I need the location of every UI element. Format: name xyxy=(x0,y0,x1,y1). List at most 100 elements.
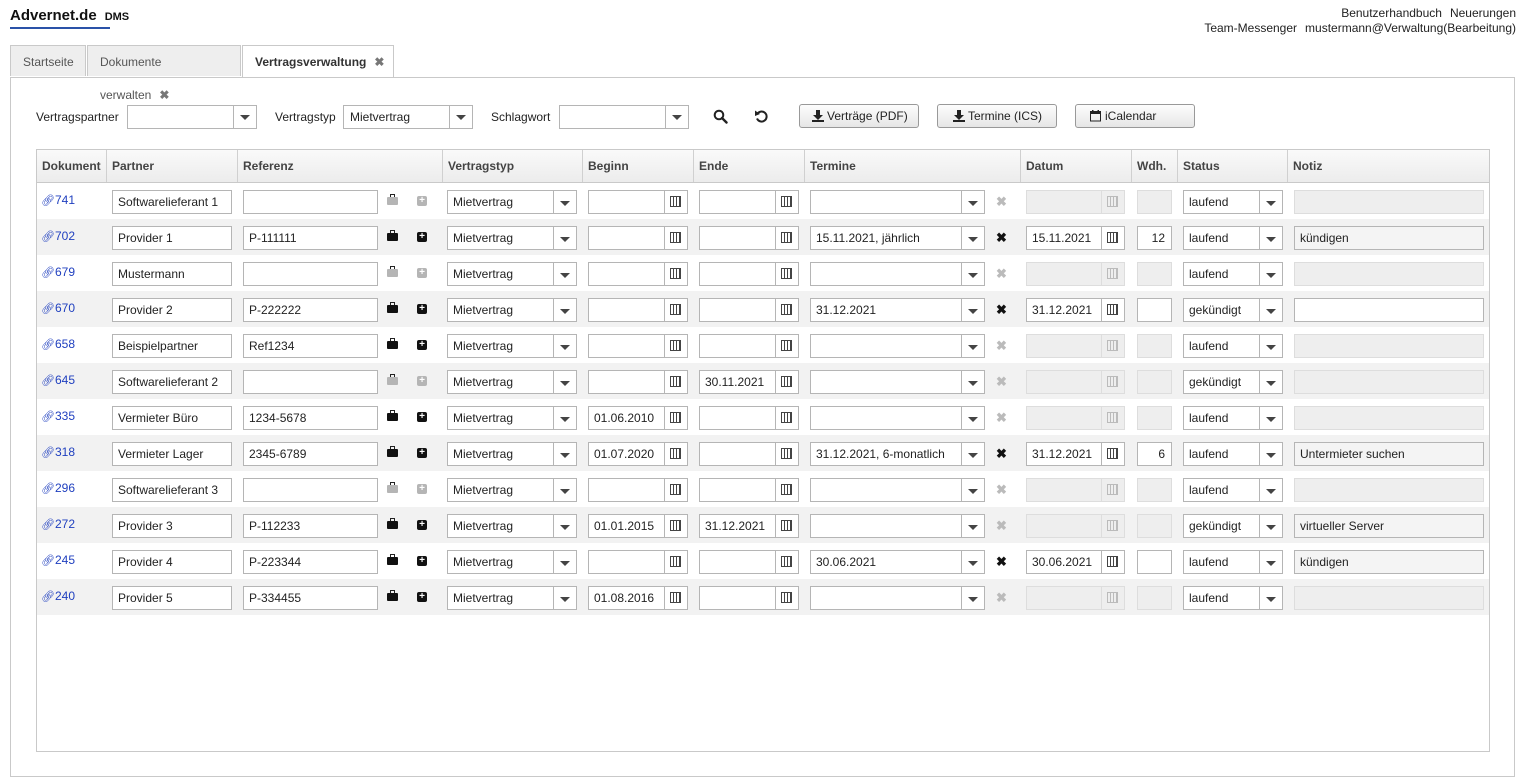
document-link[interactable]: 🔗︎240 xyxy=(41,589,75,603)
end-date-picker[interactable] xyxy=(699,586,799,610)
type-filter-select[interactable]: Mietvertrag xyxy=(343,105,473,129)
link-handbook[interactable]: Benutzerhandbuch xyxy=(1341,6,1442,20)
begin-date-picker[interactable] xyxy=(588,190,688,214)
chevron-down-icon[interactable] xyxy=(961,335,984,357)
plus-square-icon[interactable]: + xyxy=(417,412,427,422)
repeat-input[interactable]: 12 xyxy=(1137,226,1172,250)
chevron-down-icon[interactable] xyxy=(665,106,688,128)
document-link[interactable]: 🔗︎670 xyxy=(41,301,75,315)
tab-vertragsverwaltung[interactable]: Vertragsverwaltung ✖ xyxy=(242,45,394,78)
briefcase-icon[interactable] xyxy=(387,338,398,349)
partner-input[interactable]: Provider 4 xyxy=(112,550,232,574)
plus-square-icon[interactable]: + xyxy=(417,376,427,386)
partner-filter-select[interactable] xyxy=(127,105,257,129)
col-header-termine[interactable]: Termine xyxy=(805,150,1021,182)
contract-type-select[interactable]: Mietvertrag xyxy=(447,442,577,466)
keyword-filter-select[interactable] xyxy=(559,105,689,129)
end-date-picker[interactable] xyxy=(699,334,799,358)
termine-select[interactable] xyxy=(810,406,985,430)
end-date-picker[interactable] xyxy=(699,406,799,430)
briefcase-icon[interactable] xyxy=(387,266,398,277)
partner-input[interactable]: Softwarelieferant 3 xyxy=(112,478,232,502)
document-link[interactable]: 🔗︎272 xyxy=(41,517,75,531)
termine-select[interactable] xyxy=(810,190,985,214)
begin-date-picker[interactable] xyxy=(588,478,688,502)
contract-type-select[interactable]: Mietvertrag xyxy=(447,298,577,322)
plus-square-icon[interactable]: + xyxy=(417,448,427,458)
chevron-down-icon[interactable] xyxy=(553,227,576,249)
briefcase-icon[interactable] xyxy=(387,374,398,385)
chevron-down-icon[interactable] xyxy=(553,587,576,609)
reference-input[interactable]: P-223344 xyxy=(243,550,378,574)
export-ics-button[interactable]: Termine (ICS) xyxy=(937,104,1057,128)
partner-input[interactable]: Vermieter Lager xyxy=(112,442,232,466)
chevron-down-icon[interactable] xyxy=(1259,299,1282,321)
contract-type-select[interactable]: Mietvertrag xyxy=(447,550,577,574)
link-news[interactable]: Neuerungen xyxy=(1450,6,1516,20)
contract-type-select[interactable]: Mietvertrag xyxy=(447,406,577,430)
reference-input[interactable]: 2345-6789 xyxy=(243,442,378,466)
chevron-down-icon[interactable] xyxy=(961,551,984,573)
reset-icon[interactable] xyxy=(754,109,769,124)
export-pdf-button[interactable]: Verträge (PDF) xyxy=(799,104,919,128)
reference-input[interactable]: P-112233 xyxy=(243,514,378,538)
close-icon[interactable]: ✖ xyxy=(374,55,384,69)
chevron-down-icon[interactable] xyxy=(553,407,576,429)
partner-input[interactable]: Provider 1 xyxy=(112,226,232,250)
chevron-down-icon[interactable] xyxy=(553,371,576,393)
reference-input[interactable] xyxy=(243,190,378,214)
termine-select[interactable]: 30.06.2021 xyxy=(810,550,985,574)
termine-select[interactable] xyxy=(810,262,985,286)
note-input[interactable] xyxy=(1294,190,1484,214)
termine-select[interactable] xyxy=(810,514,985,538)
begin-date-picker[interactable] xyxy=(588,370,688,394)
chevron-down-icon[interactable] xyxy=(553,263,576,285)
briefcase-icon[interactable] xyxy=(387,410,398,421)
status-select[interactable]: laufend xyxy=(1183,550,1283,574)
partner-input[interactable]: Mustermann xyxy=(112,262,232,286)
chevron-down-icon[interactable] xyxy=(961,227,984,249)
link-user-account[interactable]: mustermann@Verwaltung(Bearbeitung) xyxy=(1305,21,1516,35)
chevron-down-icon[interactable] xyxy=(553,191,576,213)
remove-icon[interactable]: ✖ xyxy=(996,518,1007,534)
reference-input[interactable]: P-334455 xyxy=(243,586,378,610)
remove-icon[interactable]: ✖ xyxy=(996,194,1007,210)
col-header-referenz[interactable]: Referenz xyxy=(238,150,443,182)
reference-input[interactable] xyxy=(243,262,378,286)
status-select[interactable]: laufend xyxy=(1183,262,1283,286)
document-link[interactable]: 🔗︎658 xyxy=(41,337,75,351)
remove-icon[interactable]: ✖ xyxy=(996,410,1007,426)
note-input[interactable] xyxy=(1294,298,1484,322)
col-header-wdh[interactable]: Wdh. xyxy=(1132,150,1178,182)
begin-date-picker[interactable] xyxy=(588,550,688,574)
begin-date-picker[interactable] xyxy=(588,298,688,322)
chevron-down-icon[interactable] xyxy=(233,106,256,128)
repeat-input[interactable]: 6 xyxy=(1137,442,1172,466)
chevron-down-icon[interactable] xyxy=(961,191,984,213)
chevron-down-icon[interactable] xyxy=(553,335,576,357)
col-header-partner[interactable]: Partner xyxy=(107,150,238,182)
end-date-picker[interactable] xyxy=(699,298,799,322)
begin-date-picker[interactable] xyxy=(588,334,688,358)
chevron-down-icon[interactable] xyxy=(1259,335,1282,357)
briefcase-icon[interactable] xyxy=(387,590,398,601)
partner-input[interactable]: Provider 5 xyxy=(112,586,232,610)
plus-square-icon[interactable]: + xyxy=(417,520,427,530)
end-date-picker[interactable] xyxy=(699,478,799,502)
end-date-picker[interactable]: 31.12.2021 xyxy=(699,514,799,538)
begin-date-picker[interactable] xyxy=(588,226,688,250)
datum-picker[interactable]: 15.11.2021 xyxy=(1026,226,1125,250)
chevron-down-icon[interactable] xyxy=(961,299,984,321)
col-header-datum[interactable]: Datum xyxy=(1021,150,1132,182)
remove-icon[interactable]: ✖ xyxy=(996,338,1007,354)
remove-icon[interactable]: ✖ xyxy=(996,266,1007,282)
begin-date-picker[interactable]: 01.08.2016 xyxy=(588,586,688,610)
note-input[interactable] xyxy=(1294,334,1484,358)
repeat-input[interactable] xyxy=(1137,550,1172,574)
col-header-ende[interactable]: Ende xyxy=(694,150,805,182)
remove-icon[interactable]: ✖ xyxy=(996,554,1007,570)
briefcase-icon[interactable] xyxy=(387,230,398,241)
remove-icon[interactable]: ✖ xyxy=(996,446,1007,462)
reference-input[interactable] xyxy=(243,370,378,394)
reference-input[interactable]: P-222222 xyxy=(243,298,378,322)
